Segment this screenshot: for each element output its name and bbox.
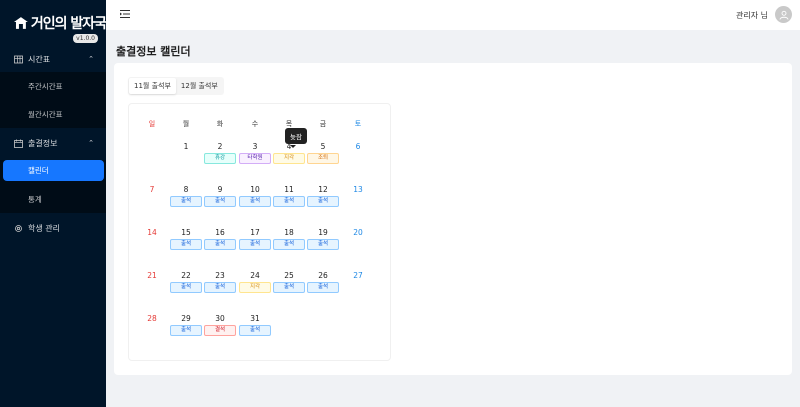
tab-november[interactable]: 11월 출석부 (129, 78, 176, 94)
calendar-day[interactable]: 6 (348, 142, 368, 151)
weekday-header: 토 (354, 120, 362, 128)
attendance-badge[interactable]: 출석 (170, 282, 202, 293)
weekday-header: 금 (319, 120, 327, 128)
calendar-day[interactable]: 1 (176, 142, 196, 151)
sidebar: 거인의 발자국 v1.0.0 시간표 ⌃ 주간시간표 월간시간표 출결정보 ⌃ … (0, 0, 107, 407)
attendance-badge[interactable]: 출석 (239, 239, 271, 250)
calendar-day[interactable]: 14 (142, 228, 162, 237)
attendance-badge[interactable]: 출석 (170, 239, 202, 250)
menu-timetable[interactable]: 시간표 ⌃ (0, 46, 106, 72)
calendar-day[interactable]: 16 (210, 228, 230, 237)
calendar-icon (14, 139, 23, 148)
attendance-badge[interactable]: 출석 (170, 196, 202, 207)
attendance-badge[interactable]: 출석 (307, 282, 339, 293)
menu-students[interactable]: 학생 관리 (0, 215, 106, 241)
attendance-badge[interactable]: 출석 (204, 282, 236, 293)
calendar-day[interactable]: 30 (210, 314, 230, 323)
calendar-day[interactable]: 13 (348, 185, 368, 194)
gear-icon (15, 224, 22, 232)
logo-text: 거인의 발자국 (30, 16, 107, 32)
top-header: 관리자 님 (106, 0, 800, 30)
sidebar-item-stats[interactable]: 통계 (0, 185, 106, 213)
calendar-day[interactable]: 15 (176, 228, 196, 237)
menu-attendance[interactable]: 출결정보 ⌃ (0, 130, 106, 156)
attendance-badge[interactable]: 출석 (273, 196, 305, 207)
attendance-badge[interactable]: 출석 (170, 325, 202, 336)
attendance-badge[interactable]: 출석 (204, 239, 236, 250)
sidebar-item-weekly[interactable]: 주간시간표 (0, 72, 106, 100)
chevron-up-icon: ⌃ (88, 139, 94, 147)
month-tabs: 11월 출석부 12월 출석부 (128, 77, 224, 95)
calendar-day[interactable]: 28 (142, 314, 162, 323)
chevron-up-icon: ⌃ (88, 55, 94, 63)
attendance-badge[interactable]: 타학원 (239, 153, 271, 164)
attendance-badge[interactable]: 출석 (239, 196, 271, 207)
calendar-day[interactable]: 22 (176, 271, 196, 280)
calendar-day[interactable]: 10 (245, 185, 265, 194)
attendance-badge[interactable]: 출석 (204, 196, 236, 207)
weekday-header: 일 (148, 120, 156, 128)
content-card: 11월 출석부 12월 출석부 일 월 화 수 목 금 토 1 2 휴강 3 타학원 4 지각 5 조퇴 6 7 8… (114, 63, 792, 375)
calendar-day[interactable]: 5 (313, 142, 333, 151)
menu-timetable-label: 시간표 (28, 54, 51, 64)
calendar-day[interactable]: 29 (176, 314, 196, 323)
attendance-calendar: 일 월 화 수 목 금 토 1 2 휴강 3 타학원 4 지각 5 조퇴 6 7 8 출석 9 출석 10 출석 11 출석 12 출… (128, 103, 391, 361)
sidebar-item-calendar[interactable]: 캘린더 (3, 160, 104, 181)
logo-icon (14, 17, 28, 29)
user-name[interactable]: 관리자 님 (736, 10, 768, 21)
calendar-day[interactable]: 19 (313, 228, 333, 237)
calendar-day[interactable]: 23 (210, 271, 230, 280)
table-icon (14, 55, 23, 63)
user-icon (779, 10, 788, 20)
avatar[interactable] (775, 6, 792, 23)
calendar-day[interactable]: 24 (245, 271, 265, 280)
attendance-badge[interactable]: 조퇴 (307, 153, 339, 164)
calendar-day[interactable]: 27 (348, 271, 368, 280)
calendar-day[interactable]: 12 (313, 185, 333, 194)
tooltip: 늦잠 (285, 128, 307, 144)
calendar-day[interactable]: 3 (245, 142, 265, 151)
sidebar-item-monthly[interactable]: 월간시간표 (0, 100, 106, 128)
attendance-badge[interactable]: 출석 (307, 239, 339, 250)
tab-december[interactable]: 12월 출석부 (176, 78, 223, 94)
calendar-day[interactable]: 9 (210, 185, 230, 194)
page-title: 출결정보 캘린더 (116, 45, 191, 58)
attendance-badge[interactable]: 출석 (307, 196, 339, 207)
weekday-header: 화 (216, 120, 224, 128)
version-badge: v1.0.0 (73, 34, 98, 43)
calendar-day[interactable]: 21 (142, 271, 162, 280)
menu-students-label: 학생 관리 (28, 223, 60, 233)
weekday-header: 월 (182, 120, 190, 128)
weekday-header: 수 (251, 120, 259, 128)
calendar-day[interactable]: 26 (313, 271, 333, 280)
calendar-day[interactable]: 31 (245, 314, 265, 323)
attendance-badge[interactable]: 출석 (273, 239, 305, 250)
tooltip-arrow (290, 145, 296, 148)
attendance-badge[interactable]: 결석 (204, 325, 236, 336)
calendar-day[interactable]: 8 (176, 185, 196, 194)
calendar-day[interactable]: 2 (210, 142, 230, 151)
calendar-day[interactable]: 18 (279, 228, 299, 237)
calendar-day[interactable]: 17 (245, 228, 265, 237)
attendance-badge[interactable]: 휴강 (204, 153, 236, 164)
calendar-day[interactable]: 20 (348, 228, 368, 237)
calendar-day[interactable]: 25 (279, 271, 299, 280)
menu-attendance-label: 출결정보 (28, 138, 58, 148)
attendance-badge[interactable]: 지각 (239, 282, 271, 293)
attendance-badge[interactable]: 지각 (273, 153, 305, 164)
attendance-badge[interactable]: 출석 (273, 282, 305, 293)
attendance-badge[interactable]: 출석 (239, 325, 271, 336)
calendar-day[interactable]: 11 (279, 185, 299, 194)
calendar-day[interactable]: 7 (142, 185, 162, 194)
menu-fold-icon[interactable] (120, 9, 130, 19)
